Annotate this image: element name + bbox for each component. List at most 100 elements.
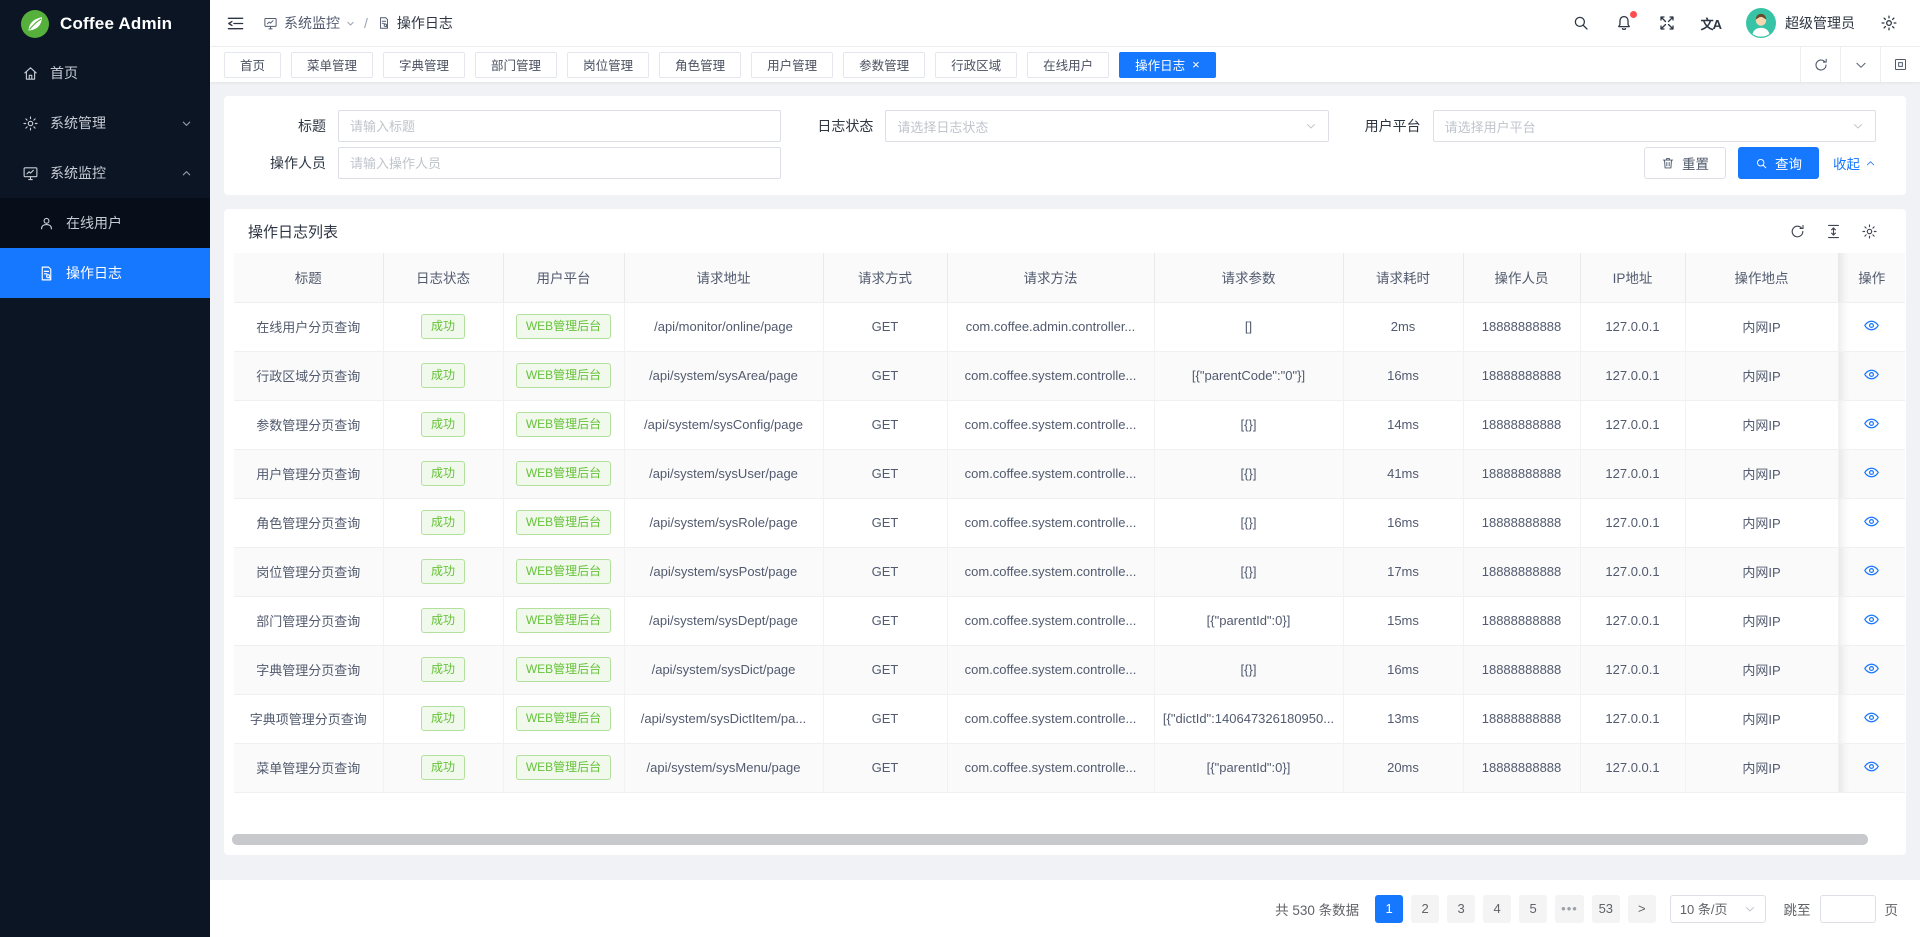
sidebar-item-online-users[interactable]: 在线用户 — [0, 198, 210, 248]
platform-placeholder: 请选择用户平台 — [1445, 117, 1852, 136]
column-settings-gear-icon[interactable] — [1861, 223, 1878, 240]
column-header-7: 请求耗时 — [1343, 253, 1463, 302]
tab-2[interactable]: 字典管理 — [383, 52, 465, 78]
cell-action — [1838, 743, 1905, 792]
maximize-icon[interactable] — [1880, 47, 1920, 82]
status-tag: WEB管理后台 — [516, 706, 611, 730]
column-header-10: 操作地点 — [1685, 253, 1838, 302]
notification-bell-icon[interactable] — [1615, 14, 1633, 32]
page-size-select[interactable]: 10 条/页 — [1670, 895, 1766, 923]
cell-action — [1838, 302, 1905, 351]
settings-gear-icon[interactable] — [1880, 14, 1898, 32]
column-header-11: 操作 — [1838, 253, 1905, 302]
jump-page-input[interactable] — [1820, 895, 1876, 923]
translate-icon[interactable]: 文A — [1701, 14, 1721, 33]
cell-operator: 18888888888 — [1463, 400, 1580, 449]
next-page-button[interactable]: > — [1628, 895, 1656, 923]
search-button[interactable]: 查询 — [1738, 147, 1819, 179]
cell-ip-address: 127.0.0.1 — [1580, 302, 1685, 351]
tab-list: 首页菜单管理字典管理部门管理岗位管理角色管理用户管理参数管理行政区域在线用户操作… — [224, 47, 1800, 82]
column-header-9: IP地址 — [1580, 253, 1685, 302]
menu-fold-icon[interactable] — [226, 14, 245, 33]
breadcrumb-menu[interactable]: 系统监控 — [263, 13, 355, 33]
user-name: 超级管理员 — [1785, 13, 1855, 33]
cell-log-title: 部门管理分页查询 — [234, 596, 383, 645]
title-input[interactable] — [350, 119, 769, 134]
refresh-icon[interactable] — [1789, 223, 1806, 240]
cell-request-url: /api/system/sysConfig/page — [624, 400, 823, 449]
view-detail-eye-icon[interactable] — [1863, 415, 1880, 432]
cell-request-url: /api/system/sysDept/page — [624, 596, 823, 645]
cell-request-handler: com.coffee.system.controlle... — [947, 547, 1154, 596]
page-button-4[interactable]: 4 — [1483, 895, 1511, 923]
status-select[interactable]: 请选择日志状态 — [885, 110, 1328, 142]
refresh-icon[interactable] — [1800, 47, 1840, 82]
page-button-1[interactable]: 1 — [1375, 895, 1403, 923]
sidebar-menu: 首页 系统管理 系统监控 在线用户 操作日志 — [0, 48, 210, 298]
fullscreen-icon[interactable] — [1658, 14, 1676, 32]
breadcrumb: 系统监控 / 操作日志 — [263, 13, 453, 33]
tab-6[interactable]: 用户管理 — [751, 52, 833, 78]
tab-4[interactable]: 岗位管理 — [567, 52, 649, 78]
view-detail-eye-icon[interactable] — [1863, 513, 1880, 530]
view-detail-eye-icon[interactable] — [1863, 317, 1880, 334]
cell-action — [1838, 400, 1905, 449]
sidebar-item-label: 首页 — [50, 63, 78, 83]
view-detail-eye-icon[interactable] — [1863, 611, 1880, 628]
page-button-5[interactable]: 5 — [1519, 895, 1547, 923]
collapse-label: 收起 — [1833, 153, 1860, 173]
page-button-2[interactable]: 2 — [1411, 895, 1439, 923]
sidebar-item-label: 系统管理 — [50, 113, 106, 133]
status-tag: 成功 — [421, 657, 465, 681]
view-detail-eye-icon[interactable] — [1863, 464, 1880, 481]
sidebar-item-system-monitor[interactable]: 系统监控 — [0, 148, 210, 198]
view-detail-eye-icon[interactable] — [1863, 758, 1880, 775]
sidebar-item-home[interactable]: 首页 — [0, 48, 210, 98]
filter-field-status: 日志状态 请选择日志状态 — [795, 110, 1342, 142]
page-button-53[interactable]: 53 — [1592, 895, 1620, 923]
cell-location: 内网IP — [1685, 547, 1838, 596]
collapse-link[interactable]: 收起 — [1833, 153, 1876, 173]
tab-0[interactable]: 首页 — [224, 52, 281, 78]
view-detail-eye-icon[interactable] — [1863, 660, 1880, 677]
table-row: 部门管理分页查询成功WEB管理后台/api/system/sysDept/pag… — [234, 596, 1905, 645]
scrollbar-thumb[interactable] — [232, 834, 1868, 845]
cell-operator: 18888888888 — [1463, 547, 1580, 596]
search-icon[interactable] — [1572, 14, 1590, 32]
tab-9[interactable]: 在线用户 — [1027, 52, 1109, 78]
tab-10[interactable]: 操作日志× — [1119, 52, 1216, 78]
cell-request-handler: com.coffee.system.controlle... — [947, 694, 1154, 743]
search-icon — [1755, 157, 1768, 170]
user-menu[interactable]: 超级管理员 — [1746, 8, 1855, 38]
close-icon[interactable]: × — [1192, 58, 1200, 71]
platform-select[interactable]: 请选择用户平台 — [1433, 110, 1876, 142]
tab-7[interactable]: 参数管理 — [843, 52, 925, 78]
operator-input[interactable] — [350, 156, 769, 171]
tab-1[interactable]: 菜单管理 — [291, 52, 373, 78]
view-detail-eye-icon[interactable] — [1863, 562, 1880, 579]
sidebar-item-system-management[interactable]: 系统管理 — [0, 98, 210, 148]
cell-location: 内网IP — [1685, 694, 1838, 743]
cell-ip-address: 127.0.0.1 — [1580, 449, 1685, 498]
cell-location: 内网IP — [1685, 302, 1838, 351]
cell-request-duration: 14ms — [1343, 400, 1463, 449]
view-detail-eye-icon[interactable] — [1863, 709, 1880, 726]
cell-user-platform: WEB管理后台 — [503, 400, 624, 449]
cell-log-title: 角色管理分页查询 — [234, 498, 383, 547]
sidebar-item-operation-log[interactable]: 操作日志 — [0, 248, 210, 298]
chevron-down-icon[interactable] — [1840, 47, 1880, 82]
reset-button[interactable]: 重置 — [1644, 147, 1726, 179]
tab-8[interactable]: 行政区域 — [935, 52, 1017, 78]
row-height-icon[interactable] — [1825, 223, 1842, 240]
column-header-1: 日志状态 — [383, 253, 503, 302]
tab-3[interactable]: 部门管理 — [475, 52, 557, 78]
view-detail-eye-icon[interactable] — [1863, 366, 1880, 383]
page-ellipsis[interactable]: ••• — [1555, 895, 1584, 923]
tab-5[interactable]: 角色管理 — [659, 52, 741, 78]
search-label: 查询 — [1775, 153, 1802, 173]
page-jump: 跳至 页 — [1784, 895, 1899, 923]
page-button-3[interactable]: 3 — [1447, 895, 1475, 923]
cell-request-handler: com.coffee.system.controlle... — [947, 645, 1154, 694]
notification-badge-dot — [1630, 11, 1637, 18]
cell-operator: 18888888888 — [1463, 449, 1580, 498]
